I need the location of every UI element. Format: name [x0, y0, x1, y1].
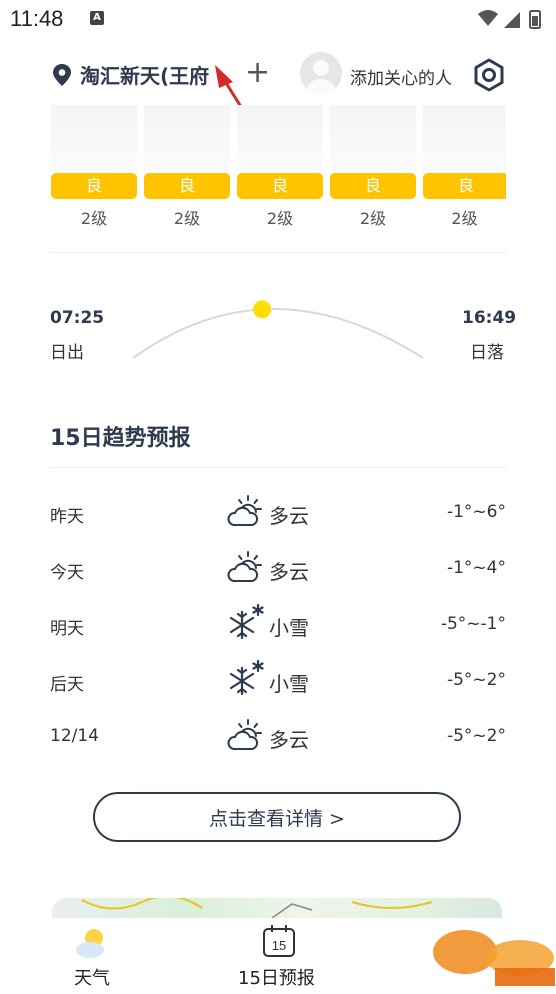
aqi-day: 良 2级: [144, 105, 230, 229]
forecast-day: 明天: [50, 619, 84, 639]
partly-cloudy-icon: [227, 495, 262, 526]
weather-tab-icon: [76, 929, 104, 958]
nav-weather-label: 天气: [74, 968, 110, 989]
aqi-badge: 良: [330, 173, 416, 199]
aqi-badge: 良: [51, 173, 137, 199]
sunrise-time: 07:25: [50, 308, 105, 328]
calendar-icon: 15: [263, 925, 295, 957]
sunrise-label: 日出: [50, 343, 84, 363]
aqi-badge: 良: [237, 173, 323, 199]
forecast-temp: -5°~-1°: [440, 614, 506, 634]
forecast-row[interactable]: 后天 小雪 -5°~2°: [50, 660, 506, 726]
sun-arc: [132, 300, 424, 359]
aqi-day: 良 2级: [51, 105, 137, 229]
status-bar: 11:48 A: [0, 0, 556, 40]
aqi-badge: 良: [144, 173, 230, 199]
nav-weather-tab[interactable]: 天气: [74, 926, 110, 989]
location-name[interactable]: 淘汇新天(王府: [80, 60, 220, 89]
aqi-level: 2级: [266, 209, 294, 228]
view-details-button[interactable]: 点击查看详情 >: [93, 792, 461, 842]
nav-forecast-label: 15日预报: [238, 968, 315, 989]
partly-cloudy-icon: [227, 551, 262, 582]
divider: [50, 252, 506, 253]
forecast-desc: 小雪: [269, 672, 309, 696]
forecast-desc: 小雪: [269, 616, 309, 640]
notification-icon: A: [90, 11, 104, 25]
sun-position-icon: [253, 300, 272, 319]
aqi-day: 良 2级: [423, 105, 506, 229]
calendar-icon-number: 15: [272, 938, 286, 953]
nav-forecast-tab[interactable]: 15 15日预报: [238, 924, 320, 989]
bottom-nav: 天气 15 15日预报: [0, 918, 556, 990]
wifi-icon: [478, 10, 498, 26]
forecast-temp: -1°~4°: [446, 558, 506, 578]
sunset-time: 16:49: [462, 308, 517, 328]
forecast-temp: -5°~2°: [446, 670, 506, 690]
aqi-day: 良 2级: [237, 105, 323, 229]
avatar[interactable]: [300, 52, 342, 94]
forecast-day: 今天: [50, 563, 84, 583]
system-status-icons: [478, 10, 541, 29]
watermark-logo: [425, 918, 556, 990]
forecast-row[interactable]: 明天 小雪 -5°~-1°: [50, 604, 506, 670]
add-care-person-button[interactable]: 添加关心的人: [350, 64, 452, 89]
divider: [50, 467, 506, 468]
sunset-label: 日落: [470, 343, 504, 363]
forecast-title: 15日趋势预报: [50, 426, 191, 451]
forecast-temp: -5°~2°: [446, 726, 506, 746]
settings-gear-icon[interactable]: [472, 58, 506, 92]
forecast-temp: -1°~6°: [446, 502, 506, 522]
aqi-level: 2级: [80, 209, 108, 228]
signal-icon: [504, 12, 520, 28]
forecast-desc: 多云: [269, 728, 309, 752]
forecast-row[interactable]: 昨天 多云 -1°~6°: [50, 495, 506, 558]
aqi-level: 2级: [173, 209, 201, 228]
forecast-day: 昨天: [50, 507, 84, 527]
aqi-day: 良 2级: [330, 105, 416, 229]
forecast-desc: 多云: [269, 504, 309, 528]
aqi-badge: 良: [423, 173, 506, 199]
aqi-level: 2级: [451, 209, 478, 228]
forecast-day: 12/14: [50, 726, 99, 746]
forecast-desc: 多云: [269, 560, 309, 584]
snow-icon: [229, 604, 264, 640]
forecast-row[interactable]: 今天 多云 -1°~4°: [50, 551, 506, 614]
forecast-day: 后天: [50, 675, 84, 695]
status-time: 11:48: [10, 6, 64, 31]
location-pin-icon: [53, 64, 71, 86]
partly-cloudy-icon: [227, 719, 262, 750]
aqi-level: 2级: [359, 209, 387, 228]
forecast-row[interactable]: 12/14 多云 -5°~2°: [50, 719, 506, 782]
snow-icon: [229, 660, 264, 696]
